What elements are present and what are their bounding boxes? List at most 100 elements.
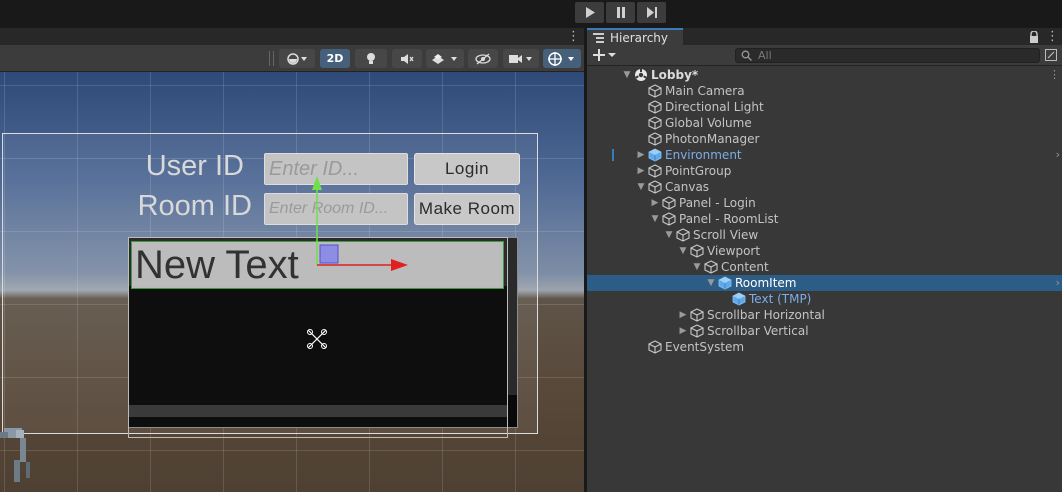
item-icon [689, 244, 705, 258]
pause-button[interactable] [606, 2, 635, 23]
play-controls [575, 2, 666, 23]
expand-arrow-down-icon[interactable]: ▼ [649, 214, 661, 224]
camera-dropdown[interactable] [503, 49, 539, 68]
search-icon [741, 50, 752, 61]
hierarchy-item-label: Panel - RoomList [679, 212, 779, 226]
gameobject-cube-icon [648, 100, 662, 114]
hierarchy-item-text-tmp[interactable]: Text (TMP) [587, 291, 1062, 307]
item-icon [647, 84, 663, 98]
lighting-toggle[interactable] [355, 49, 387, 68]
gameobject-cube-icon [648, 340, 662, 354]
hierarchy-item-photonmanager[interactable]: PhotonManager [587, 131, 1062, 147]
unity-editor: ⋮ 2D User ID Room ID Enter ID... Enter R… [0, 0, 1062, 492]
scrollbar-vertical[interactable] [507, 238, 517, 427]
expand-arrow-right-icon[interactable]: ▶ [635, 166, 647, 176]
expand-arrow-down-icon[interactable]: ▼ [705, 278, 717, 288]
hierarchy-item-label: Main Camera [665, 84, 745, 98]
hierarchy-item-label: Environment [665, 148, 742, 162]
scrollbar-vertical-handle[interactable] [507, 395, 517, 427]
expand-arrow-right-icon[interactable]: ▶ [649, 198, 661, 208]
expand-arrow-right-icon[interactable]: ▶ [677, 310, 689, 320]
chevron-down-icon [608, 53, 616, 57]
create-dropdown[interactable] [593, 47, 619, 63]
gameobject-cube-icon [690, 324, 704, 338]
user-id-input[interactable]: Enter ID... [264, 153, 408, 185]
expand-arrow-down-icon[interactable]: ▼ [691, 262, 703, 272]
hierarchy-item-global-volume[interactable]: Global Volume [587, 115, 1062, 131]
hierarchy-item-viewport[interactable]: ▼ Viewport [587, 243, 1062, 259]
gameobject-cube-icon [648, 116, 662, 130]
login-button[interactable]: Login [414, 153, 520, 185]
scene-menu-icon[interactable]: ⋮ [1049, 68, 1060, 81]
gameobject-cube-icon [648, 132, 662, 146]
hierarchy-item-roomitem[interactable]: ▼ RoomItem › [587, 275, 1062, 291]
toolbar-separator [269, 51, 270, 66]
gameobject-cube-icon [648, 180, 662, 194]
effects-dropdown[interactable] [426, 49, 464, 68]
hierarchy-search-input[interactable]: All [735, 48, 1040, 63]
item-icon [647, 116, 663, 130]
hierarchy-item-scrollbar-vertical[interactable]: ▶ Scrollbar Vertical [587, 323, 1062, 339]
hierarchy-item-scroll-view[interactable]: ▼ Scroll View [587, 227, 1062, 243]
hierarchy-item-pointgroup[interactable]: ▶ PointGroup [587, 163, 1062, 179]
hierarchy-item-main-camera[interactable]: Main Camera [587, 83, 1062, 99]
prefab-cube-icon [732, 292, 746, 306]
plus-icon [593, 49, 605, 61]
scene-visibility-toggle[interactable] [468, 49, 498, 68]
item-icon [647, 100, 663, 114]
item-icon [689, 324, 705, 338]
item-icon [703, 260, 719, 274]
step-button[interactable] [637, 2, 666, 23]
hierarchy-toolbar: All [587, 45, 1062, 66]
scene-menu-icon[interactable]: ⋮ [567, 30, 580, 43]
prefab-open-chevron-icon[interactable]: › [1056, 276, 1060, 289]
pause-icon [616, 7, 625, 18]
play-toolbar [0, 0, 1062, 28]
robot-model-icon [0, 428, 30, 482]
hierarchy-tree[interactable]: ▼ Lobby* ⋮ Main Camera Directional Light Glob… [587, 66, 1062, 492]
hierarchy-item-label: Global Volume [665, 116, 752, 130]
scrollbar-horizontal[interactable] [129, 405, 509, 417]
lock-icon[interactable] [1029, 31, 1039, 43]
hierarchy-item-eventsystem[interactable]: EventSystem [587, 339, 1062, 355]
hierarchy-item-label: Scrollbar Vertical [707, 324, 809, 338]
prefab-cube-icon [648, 148, 662, 162]
scene-view[interactable]: User ID Room ID Enter ID... Enter Room I… [0, 72, 584, 492]
hierarchy-item-label: Panel - Login [679, 196, 756, 210]
scene-toolbar: 2D [0, 45, 584, 72]
hierarchy-item-environment[interactable]: ▶ Environment › [587, 147, 1062, 163]
gizmos-dropdown[interactable] [543, 49, 581, 68]
expand-arrow-down-icon[interactable]: ▼ [677, 246, 689, 256]
play-button[interactable] [575, 2, 604, 23]
item-icon [661, 196, 677, 210]
hierarchy-item-scrollbar-horizontal[interactable]: ▶ Scrollbar Horizontal [587, 307, 1062, 323]
lighting-icon [367, 53, 375, 64]
gameobject-cube-icon [662, 212, 676, 226]
expand-arrow-down-icon[interactable]: ▼ [663, 230, 675, 240]
hierarchy-item-canvas[interactable]: ▼ Canvas [587, 179, 1062, 195]
tab-hierarchy[interactable]: Hierarchy [587, 28, 683, 45]
expand-arrow-right-icon[interactable]: ▶ [635, 150, 647, 160]
hierarchy-item-panel-roomlist[interactable]: ▼ Panel - RoomList [587, 211, 1062, 227]
hierarchy-item-label: Scrollbar Horizontal [707, 308, 825, 322]
room-item[interactable]: New Text [131, 241, 504, 289]
hierarchy-item-content[interactable]: ▼ Content [587, 259, 1062, 275]
mode-2d-toggle[interactable]: 2D [320, 49, 350, 68]
expand-arrow-right-icon[interactable]: ▶ [677, 326, 689, 336]
gameobject-cube-icon [648, 84, 662, 98]
expand-arrow-down-icon[interactable]: ▼ [635, 182, 647, 192]
room-id-input[interactable]: Enter Room ID... [264, 193, 408, 225]
hierarchy-item-panel-login[interactable]: ▶ Panel - Login [587, 195, 1062, 211]
expand-arrow-down-icon[interactable]: ▼ [621, 70, 633, 80]
hierarchy-item-lobby[interactable]: ▼ Lobby* ⋮ [587, 67, 1062, 83]
search-options-icon[interactable] [1045, 49, 1057, 61]
shading-mode-dropdown[interactable] [279, 49, 315, 68]
visibility-icon [475, 53, 491, 64]
hierarchy-list-icon [593, 32, 604, 43]
make-room-button[interactable]: Make Room [414, 193, 520, 225]
prefab-open-chevron-icon[interactable]: › [1056, 148, 1060, 161]
hierarchy-item-directional-light[interactable]: Directional Light [587, 99, 1062, 115]
audio-toggle[interactable] [392, 49, 422, 68]
item-icon [675, 228, 691, 242]
hierarchy-menu-icon[interactable]: ⋮ [1046, 30, 1059, 43]
